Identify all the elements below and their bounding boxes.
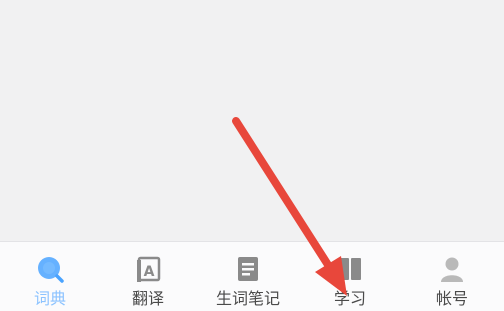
translate-icon: A [133,254,163,284]
tab-account[interactable]: 帐号 [400,242,504,311]
tab-dictionary[interactable]: 词典 [0,242,100,311]
tab-label-study: 学习 [333,289,366,308]
dictionary-search-icon [35,254,65,284]
bottom-tab-bar: 词典 A 翻译 生词笔记 学习 帐号 [0,241,504,311]
app-screen: 词典 A 翻译 生词笔记 学习 帐号 [0,0,504,311]
tab-label-account: 帐号 [435,289,468,308]
tab-study[interactable]: 学习 [300,242,400,311]
tab-label-dictionary: 词典 [33,289,66,308]
account-icon [437,254,467,284]
main-content-area [0,0,504,241]
tab-label-translate: 翻译 [131,289,164,308]
tab-label-vocabulary-notes: 生词笔记 [215,289,280,308]
notes-icon [233,254,263,284]
study-book-icon [335,254,365,284]
tab-vocabulary-notes[interactable]: 生词笔记 [196,242,300,311]
svg-text:A: A [144,264,155,280]
tab-translate[interactable]: A 翻译 [100,242,196,311]
